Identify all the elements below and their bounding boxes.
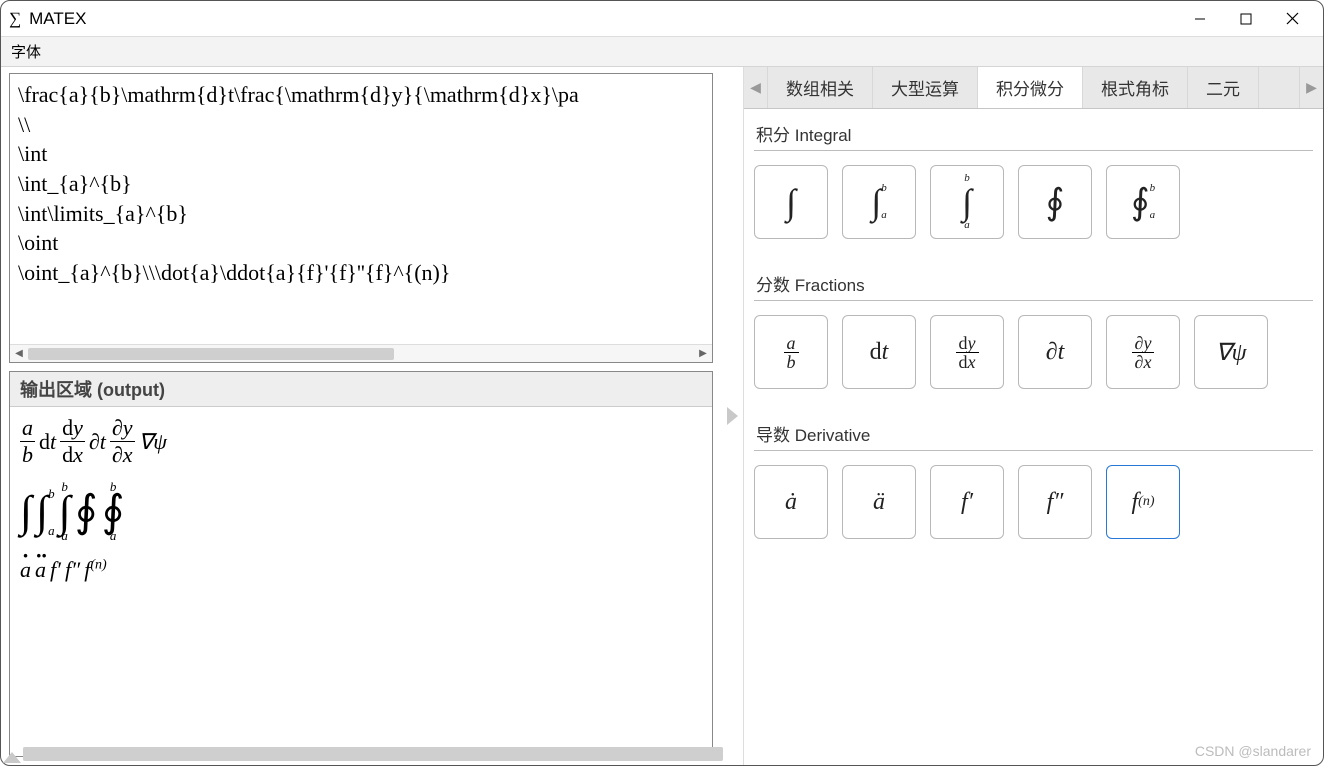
- menubar: 字体: [1, 37, 1323, 67]
- maximize-button[interactable]: [1223, 3, 1269, 35]
- integral-grid: ∫∫bab∫a∮∮ba: [754, 165, 1313, 239]
- maximize-icon: [1240, 13, 1252, 25]
- fractions-grid: abdtdydx∂t∂y∂x∇ψ: [754, 315, 1313, 389]
- btn-dy-dx[interactable]: dydx: [930, 315, 1004, 389]
- scroll-right-icon[interactable]: ▶: [694, 348, 712, 359]
- tab-0[interactable]: 数组相关: [768, 67, 873, 108]
- symbol-tabs: ◀ 数组相关大型运算积分微分根式角标二元 ▶: [744, 67, 1323, 109]
- btn-int-ab-limits[interactable]: b∫a: [930, 165, 1004, 239]
- close-button[interactable]: [1269, 3, 1315, 35]
- derivative-grid: ȧäf′f″f(n): [754, 465, 1313, 539]
- main-area: \frac{a}{b}\mathrm{d}t\frac{\mathrm{d}y}…: [1, 67, 1323, 765]
- close-icon: [1286, 12, 1299, 25]
- tab-1[interactable]: 大型运算: [873, 67, 978, 108]
- left-pane: \frac{a}{b}\mathrm{d}t\frac{\mathrm{d}y}…: [1, 67, 721, 765]
- vertical-divider[interactable]: [721, 67, 743, 765]
- app-icon: ∑: [9, 9, 21, 29]
- tabs-scroll-right[interactable]: ▶: [1299, 67, 1323, 108]
- scroll-left-icon[interactable]: ◀: [10, 348, 28, 359]
- output-content: ab dt dydx ∂t ∂y∂x ∇ψ ∫ ∫ba b∫a ∮: [10, 407, 712, 756]
- right-pane: ◀ 数组相关大型运算积分微分根式角标二元 ▶ 积分 Integral ∫∫bab…: [743, 67, 1323, 765]
- btn-frac-ab[interactable]: ab: [754, 315, 828, 389]
- btn-a-ddot[interactable]: ä: [842, 465, 916, 539]
- bottom-hscroll[interactable]: [23, 747, 723, 761]
- btn-dt[interactable]: dt: [842, 315, 916, 389]
- section-fractions-title: 分数 Fractions: [754, 265, 1313, 301]
- output-line-1: ab dt dydx ∂t ∂y∂x ∇ψ: [20, 417, 702, 466]
- watermark: CSDN @slandarer: [1195, 743, 1311, 759]
- bottom-scroll-thumb[interactable]: [23, 747, 723, 761]
- divider-handle-icon: [727, 407, 738, 425]
- btn-f-prime[interactable]: f′: [930, 465, 1004, 539]
- scroll-thumb[interactable]: [28, 348, 394, 360]
- app-title: MATEX: [29, 9, 86, 29]
- minimize-button[interactable]: [1177, 3, 1223, 35]
- btn-int-ab-side[interactable]: ∫ba: [842, 165, 916, 239]
- output-box: 输出区域 (output) ab dt dydx ∂t ∂y∂x ∇ψ ∫ ∫b…: [9, 371, 713, 757]
- scroll-track[interactable]: [28, 345, 694, 362]
- btn-nabla-psi[interactable]: ∇ψ: [1194, 315, 1268, 389]
- tabs-scroll-left[interactable]: ◀: [744, 67, 768, 108]
- btn-oint-ab[interactable]: ∮ba: [1106, 165, 1180, 239]
- section-derivative-title: 导数 Derivative: [754, 415, 1313, 451]
- latex-input[interactable]: \frac{a}{b}\mathrm{d}t\frac{\mathrm{d}y}…: [10, 74, 712, 344]
- minimize-icon: [1194, 13, 1206, 25]
- output-line-3: aa f′f″ f(n): [20, 557, 702, 583]
- btn-f-n[interactable]: f(n): [1106, 465, 1180, 539]
- titlebar: ∑ MATEX: [1, 1, 1323, 37]
- latex-input-box: \frac{a}{b}\mathrm{d}t\frac{\mathrm{d}y}…: [9, 73, 713, 363]
- btn-oint[interactable]: ∮: [1018, 165, 1092, 239]
- bottom-grip-icon[interactable]: [3, 752, 21, 763]
- input-hscroll[interactable]: ◀ ▶: [10, 344, 712, 362]
- btn-partial-t[interactable]: ∂t: [1018, 315, 1092, 389]
- btn-partial-y-x[interactable]: ∂y∂x: [1106, 315, 1180, 389]
- output-line-2: ∫ ∫ba b∫a ∮ b∮a: [20, 480, 702, 543]
- app-window: ∑ MATEX 字体 \frac{a}{b}\mathrm{d}t\frac{\…: [0, 0, 1324, 766]
- symbol-panel: 积分 Integral ∫∫bab∫a∮∮ba 分数 Fractions abd…: [744, 109, 1323, 765]
- tab-2[interactable]: 积分微分: [978, 67, 1083, 108]
- btn-a-dot[interactable]: ȧ: [754, 465, 828, 539]
- menu-font[interactable]: 字体: [11, 41, 41, 62]
- tab-3[interactable]: 根式角标: [1083, 67, 1188, 108]
- section-integral-title: 积分 Integral: [754, 115, 1313, 151]
- btn-f-pprime[interactable]: f″: [1018, 465, 1092, 539]
- output-header: 输出区域 (output): [10, 372, 712, 407]
- tab-4[interactable]: 二元: [1188, 67, 1259, 108]
- btn-int[interactable]: ∫: [754, 165, 828, 239]
